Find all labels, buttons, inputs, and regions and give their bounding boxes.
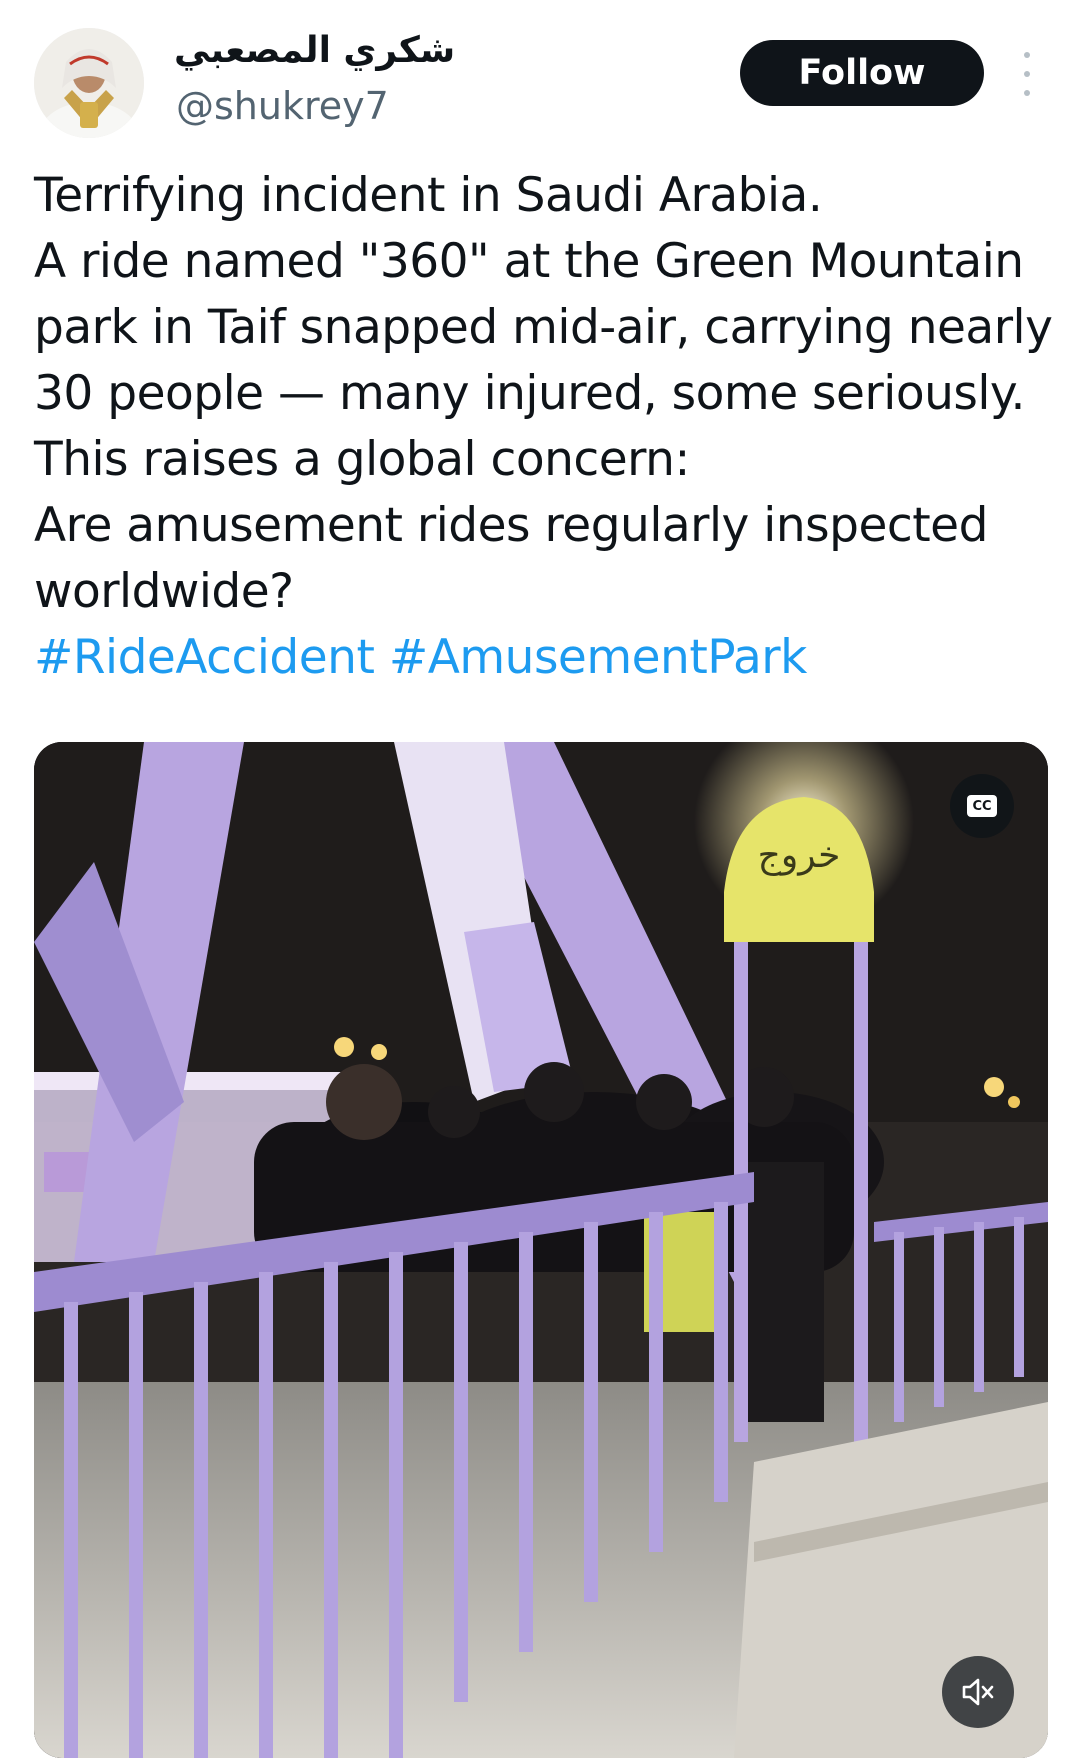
captions-icon: CC [967, 795, 997, 817]
tweet-line: worldwide? [34, 564, 294, 619]
avatar-image [34, 28, 144, 138]
video-player[interactable]: خروج CC [34, 742, 1048, 1758]
tweet-text: Terrifying incident in Saudi Arabia. A r… [34, 163, 1053, 691]
hashtag-link[interactable]: #AmusementPark [389, 630, 808, 685]
avatar[interactable] [34, 28, 144, 138]
more-dot [1024, 90, 1030, 96]
tweet-line: A ride named "360" at the Green Mountain [34, 234, 1024, 289]
hashtag-link[interactable]: #RideAccident [34, 630, 375, 685]
author-display-name[interactable]: شكري المصعبي [174, 30, 455, 71]
video-frame: خروج [34, 742, 1048, 1758]
author-handle[interactable]: @shukrey7 [176, 84, 389, 128]
more-dot [1024, 71, 1030, 77]
tweet-line: This raises a global concern: [34, 432, 690, 487]
tweet-line: Terrifying incident in Saudi Arabia. [34, 168, 823, 223]
tweet-line: 30 people — many injured, some seriously… [34, 366, 1026, 421]
more-options-icon[interactable] [1012, 52, 1042, 96]
captions-button[interactable]: CC [950, 774, 1014, 838]
tweet-line: park in Taif snapped mid-air, carrying n… [34, 300, 1053, 355]
volume-muted-icon [962, 1678, 994, 1706]
tweet-line: Are amusement rides regularly inspected [34, 498, 988, 553]
exit-sign-text: خروج [758, 835, 841, 876]
more-dot [1024, 52, 1030, 58]
hashtag-line: #RideAccident #AmusementPark [34, 625, 1044, 691]
mute-button[interactable] [942, 1656, 1014, 1728]
follow-button[interactable]: Follow [740, 40, 984, 106]
